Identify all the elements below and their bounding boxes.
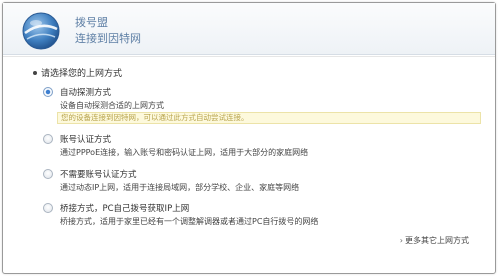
option-auto-detect[interactable]: 自动探测方式 设备自动探测合适的上网方式 您的设备连接到因特网，可以通过此方式自… [43,86,483,126]
page-title: 拨号盟 [75,16,108,29]
option-description: 设备自动探测合适的上网方式 [60,101,164,110]
option-note: 您的设备连接到因特网，可以通过此方式自动尝试连接。 [57,112,481,124]
page-subtitle: 连接到因特网 [75,32,141,45]
chevron-right-icon: › [399,236,403,245]
option-title: 桥接方式，PC自己拨号获取IP上网 [60,204,190,214]
option-no-auth[interactable]: 不需要账号认证方式 通过动态IP上网，适用于连接局域网，部分学校、企业、家庭等网… [43,168,483,194]
option-account-auth[interactable]: 账号认证方式 通过PPPoE连接，输入账号和密码认证上网，适用于大部分的家庭网络 [43,133,483,159]
more-options-label: 更多其它上网方式 [405,236,469,245]
prompt-label: 请选择您的上网方式 [41,69,123,79]
option-description: 通过PPPoE连接，输入账号和密码认证上网，适用于大部分的家庭网络 [60,148,309,157]
wizard-header: 拨号盟 连接到因特网 [3,3,495,55]
option-title: 账号认证方式 [60,135,112,145]
option-description: 桥接方式，适用于家里已经有一个调整解调器或者通过PC自行拨号的网络 [60,217,319,226]
wizard-window: 拨号盟 连接到因特网 请选择您的上网方式 自动探测方式 设备自动探测合适的上网方… [2,2,496,274]
globe-logo-icon [22,12,60,50]
option-description: 通过动态IP上网，适用于连接局域网，部分学校、企业、家庭等网络 [60,183,300,192]
radio-bridge[interactable] [43,203,53,213]
radio-no-auth[interactable] [43,169,53,179]
option-title: 不需要账号认证方式 [60,170,137,180]
bullet-icon [33,71,37,75]
radio-account-auth[interactable] [43,134,53,144]
wizard-content: 请选择您的上网方式 自动探测方式 设备自动探测合适的上网方式 您的设备连接到因特… [3,56,495,274]
radio-auto-detect[interactable] [43,87,53,97]
option-title: 自动探测方式 [60,88,112,98]
option-bridge[interactable]: 桥接方式，PC自己拨号获取IP上网 桥接方式，适用于家里已经有一个调整解调器或者… [43,202,483,228]
more-options-link[interactable]: › 更多其它上网方式 [400,235,469,246]
